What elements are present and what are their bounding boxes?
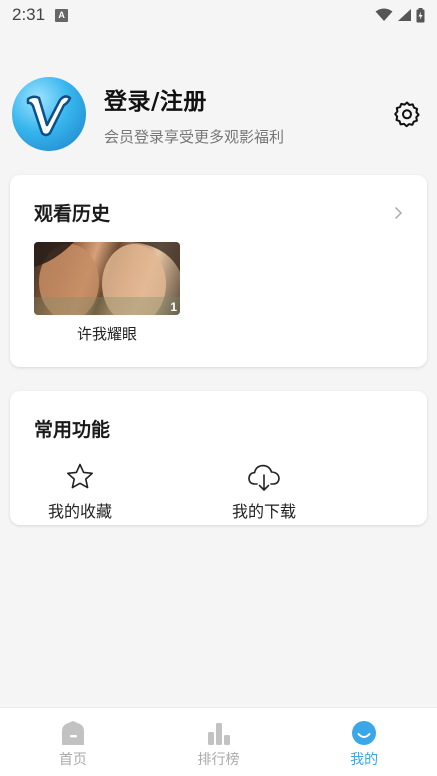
watch-history-card: 观看历史 1 许我耀眼 (10, 175, 427, 367)
cell-signal-icon (398, 9, 411, 21)
history-item[interactable]: 1 许我耀眼 (34, 242, 180, 344)
history-thumbnail[interactable]: 1 (34, 242, 180, 315)
home-icon (60, 720, 86, 746)
common-functions-header: 常用功能 (10, 391, 427, 442)
cloud-download-icon (219, 461, 309, 493)
avatar-logo-icon (26, 95, 72, 137)
common-functions-card: 常用功能 我的收藏 我的下载 (10, 391, 427, 525)
nav-mine[interactable]: 我的 (291, 708, 437, 776)
my-downloads-label: 我的下载 (231, 502, 296, 521)
wifi-icon (375, 8, 393, 21)
battery-icon (416, 7, 425, 22)
avatar[interactable] (12, 77, 86, 151)
status-bar: 2:31 A (0, 0, 437, 30)
bottom-nav: 首页 排行榜 我的 (0, 707, 437, 776)
profile-header[interactable]: 登录/注册 会员登录享受更多观影福利 (12, 76, 425, 152)
nav-ranking[interactable]: 排行榜 (146, 708, 292, 776)
bar-chart-icon (206, 720, 232, 746)
my-favorites-label: 我的收藏 (47, 502, 112, 521)
history-item-title: 许我耀眼 (76, 325, 137, 343)
tools-row: 我的收藏 我的下载 (10, 461, 427, 521)
nav-home-label: 首页 (58, 752, 87, 768)
login-subtitle: 会员登录享受更多观影福利 (104, 127, 285, 146)
app-notification-icon: A (55, 8, 69, 22)
smile-icon (351, 720, 377, 746)
profile-text: 登录/注册 会员登录享受更多观影福利 (104, 82, 284, 147)
watch-history-title: 观看历史 (34, 203, 111, 225)
nav-home[interactable]: 首页 (0, 708, 146, 776)
status-indicators (375, 7, 425, 23)
settings-gear-icon[interactable] (391, 98, 423, 130)
thumbnail-scene (34, 242, 180, 315)
nav-ranking-label: 排行榜 (197, 752, 240, 768)
nav-mine-label: 我的 (350, 752, 379, 768)
status-time: 2:31 (12, 5, 46, 24)
chevron-right-icon[interactable] (391, 206, 405, 220)
history-episode-count: 1 (170, 300, 177, 314)
my-downloads-button[interactable]: 我的下载 (219, 461, 309, 522)
common-functions-title: 常用功能 (34, 419, 111, 441)
my-favorites-button[interactable]: 我的收藏 (35, 461, 125, 522)
star-icon (35, 461, 125, 493)
watch-history-header[interactable]: 观看历史 (10, 175, 427, 226)
login-register-title[interactable]: 登录/注册 (104, 82, 284, 116)
